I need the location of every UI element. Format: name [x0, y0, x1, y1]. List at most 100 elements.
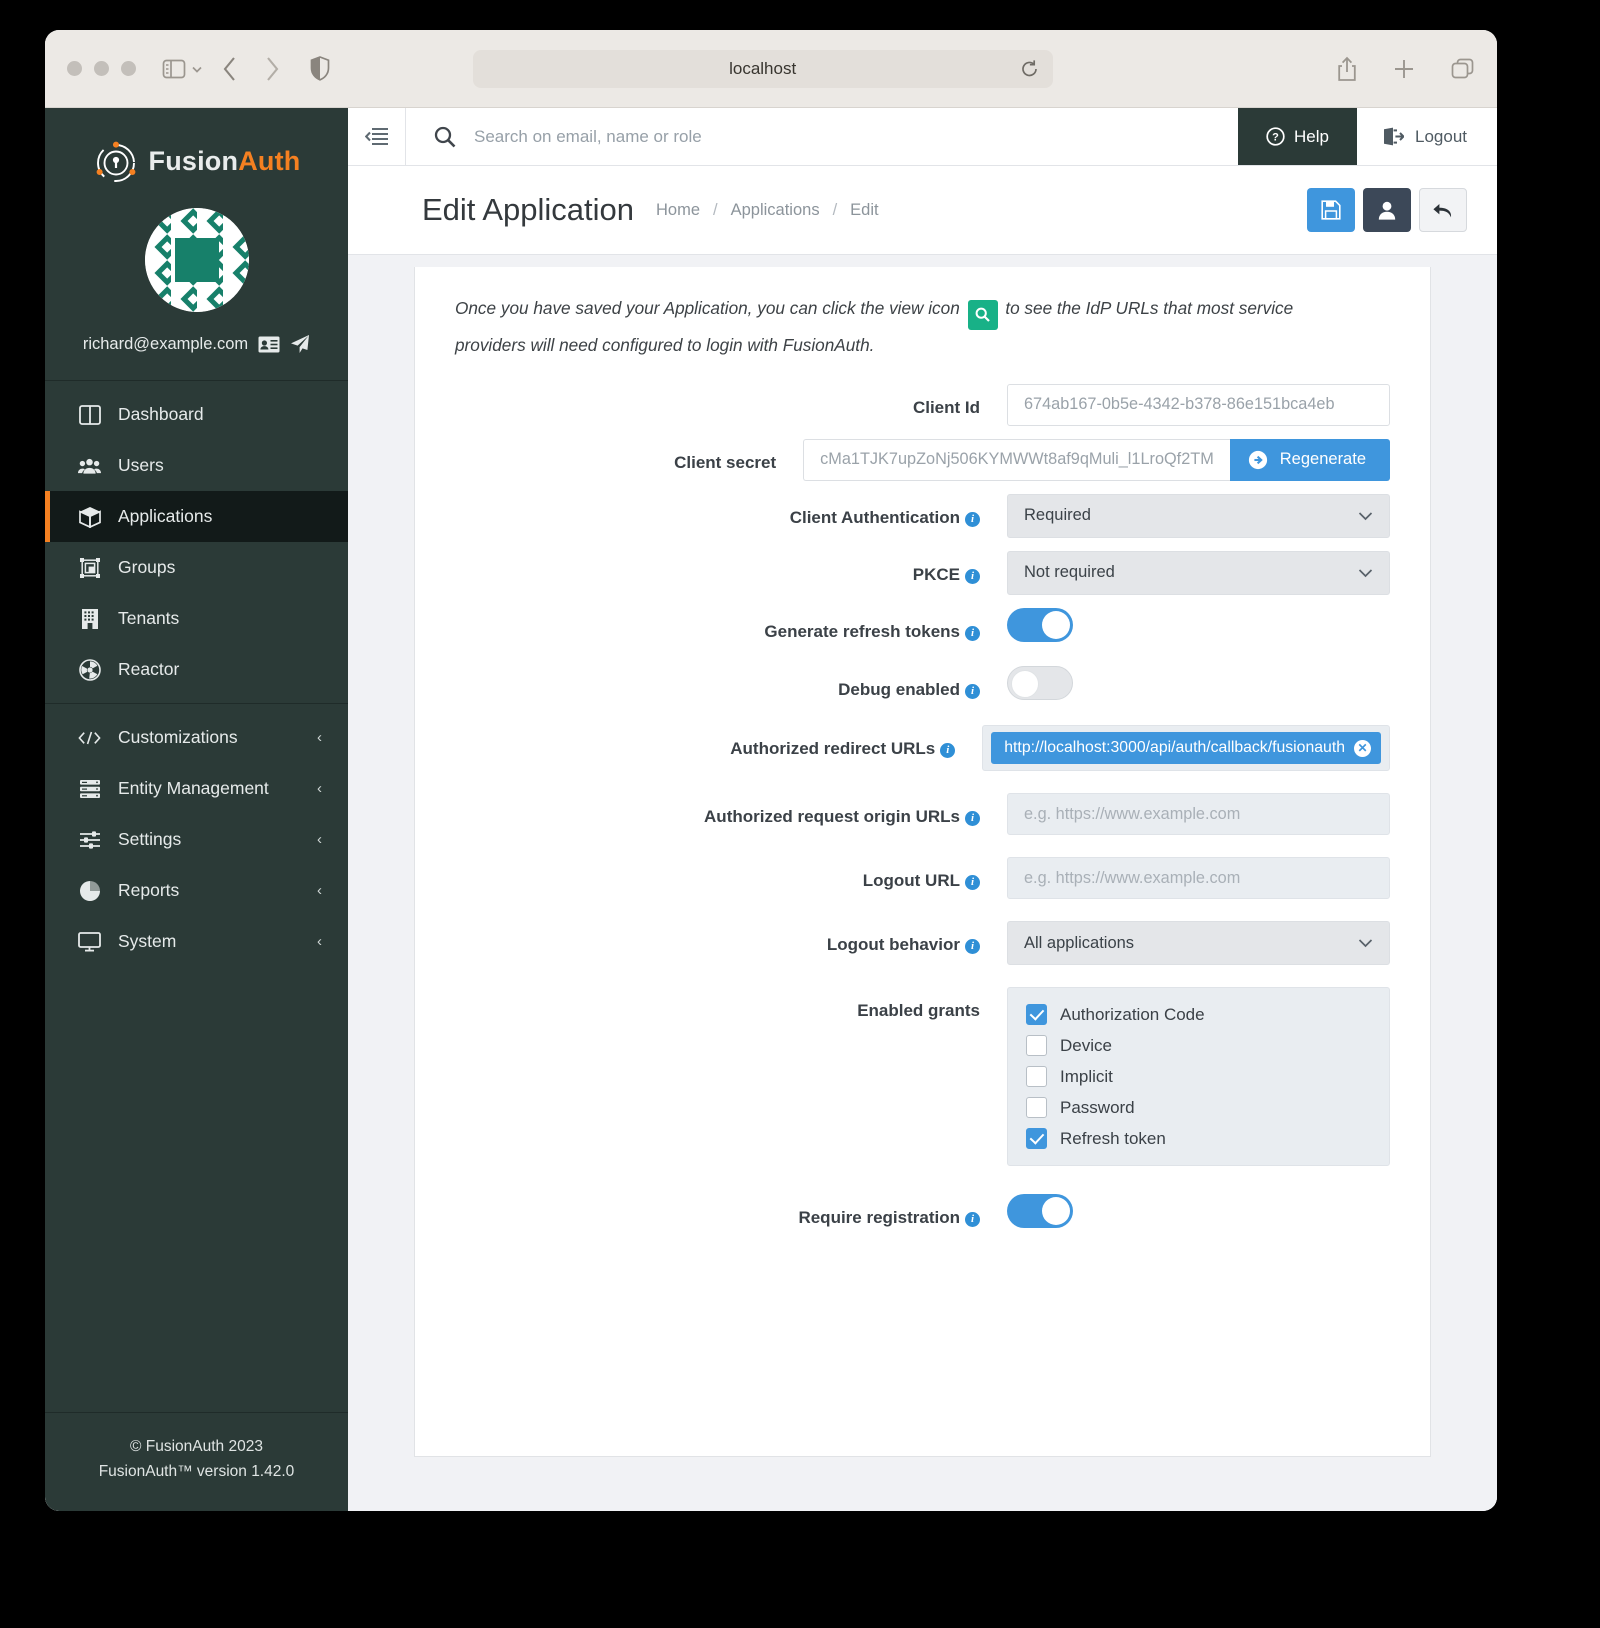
- share-icon[interactable]: [1336, 56, 1358, 82]
- search-input[interactable]: Search on email, name or role: [406, 108, 1238, 165]
- info-icon[interactable]: i: [965, 875, 980, 891]
- save-button[interactable]: [1307, 188, 1355, 232]
- regenerate-button[interactable]: Regenerate: [1229, 438, 1390, 481]
- close-icon[interactable]: ✕: [1354, 739, 1371, 757]
- sidebar-item-entity-management[interactable]: Entity Management ‹: [45, 763, 348, 814]
- brand-logo[interactable]: FusionAuth: [45, 108, 348, 184]
- grant-option[interactable]: Implicit: [1026, 1066, 1371, 1088]
- sidebar-item-label: Applications: [118, 506, 213, 526]
- id-card-icon[interactable]: [258, 336, 280, 353]
- version-line: FusionAuth™ version 1.42.0: [98, 1463, 295, 1481]
- chevron-down-icon: [1358, 938, 1373, 948]
- client-secret-input[interactable]: cMa1TJK7upZoNj506KYMWWt8af9qMuli_l1LroQf…: [803, 438, 1230, 481]
- sidebar-toggle-icon[interactable]: [162, 59, 186, 79]
- user-button[interactable]: [1363, 188, 1411, 232]
- grant-option[interactable]: Device: [1026, 1035, 1371, 1057]
- help-circle-icon: ?: [1266, 127, 1285, 146]
- grant-option[interactable]: Password: [1026, 1097, 1371, 1119]
- app-root: FusionAuth richard@example.com Dashboard…: [45, 108, 1497, 1511]
- sidebar-collapse-button[interactable]: [348, 108, 406, 165]
- logout-button[interactable]: Logout: [1357, 108, 1497, 165]
- info-icon[interactable]: i: [965, 939, 980, 955]
- checkbox[interactable]: [1026, 1066, 1047, 1088]
- client-authentication-select[interactable]: Required: [1007, 493, 1390, 538]
- info-icon[interactable]: i: [965, 811, 980, 827]
- shield-icon[interactable]: [310, 56, 330, 81]
- back-arrow-icon[interactable]: [222, 56, 238, 82]
- logout-url-input[interactable]: e.g. https://www.example.com: [1007, 857, 1390, 900]
- user-email: richard@example.com: [82, 334, 249, 353]
- generate-refresh-tokens-toggle[interactable]: [1007, 607, 1073, 642]
- pkce-select[interactable]: Not required: [1007, 550, 1390, 595]
- chevron-down-icon[interactable]: [190, 63, 204, 75]
- breadcrumb-edit[interactable]: Edit: [850, 201, 878, 220]
- back-button[interactable]: [1419, 188, 1467, 232]
- debug-enabled-toggle[interactable]: [1007, 665, 1073, 700]
- authorized-redirect-urls-input[interactable]: http://localhost:3000/api/auth/callback/…: [982, 725, 1390, 772]
- sidebar-item-system[interactable]: System ‹: [45, 916, 348, 967]
- idp-notice: Once you have saved your Application, yo…: [415, 293, 1405, 360]
- sidebar-item-settings[interactable]: Settings ‹: [45, 814, 348, 865]
- sidebar-item-customizations[interactable]: Customizations ‹: [45, 712, 348, 763]
- sidebar-item-reactor[interactable]: Reactor: [45, 644, 348, 695]
- client-id-input[interactable]: 674ab167-0b5e-4342-b378-86e151bca4eb: [1007, 383, 1390, 426]
- content-scroll: Once you have saved your Application, yo…: [348, 255, 1497, 1511]
- send-paper-plane-icon[interactable]: [290, 334, 310, 354]
- require-registration-toggle[interactable]: [1007, 1194, 1073, 1229]
- logout-behavior-select[interactable]: All applications: [1007, 921, 1390, 966]
- reload-icon[interactable]: [1020, 59, 1039, 78]
- sidebar-item-dashboard[interactable]: Dashboard: [45, 389, 348, 440]
- avatar-wrapper: [45, 208, 348, 312]
- sidebar-item-groups[interactable]: Groups: [45, 542, 348, 593]
- sidebar-item-label: Reactor: [118, 659, 180, 679]
- maximize-window-button[interactable]: [121, 61, 136, 76]
- field-authorized-request-origin-urls: Authorized request origin URLs i e.g. htt…: [415, 793, 1390, 836]
- sidebar-footer: © FusionAuth 2023 FusionAuth™ version 1.…: [45, 1412, 348, 1511]
- search-view-icon[interactable]: [967, 299, 998, 330]
- page-title: Edit Application: [422, 192, 634, 227]
- forward-arrow-icon[interactable]: [264, 56, 280, 82]
- url-chip[interactable]: http://localhost:3000/api/auth/callback/…: [991, 732, 1381, 765]
- plus-icon[interactable]: [1392, 57, 1416, 81]
- authorized-request-origin-urls-input[interactable]: e.g. https://www.example.com: [1007, 793, 1390, 836]
- info-icon[interactable]: i: [965, 1212, 980, 1228]
- grant-option[interactable]: Refresh token: [1026, 1128, 1371, 1150]
- toggle-knob: [1042, 610, 1070, 639]
- field-require-registration: Require registration i: [415, 1194, 1390, 1231]
- checkbox[interactable]: [1026, 1097, 1047, 1119]
- info-icon[interactable]: i: [965, 568, 980, 584]
- breadcrumb-applications[interactable]: Applications: [731, 201, 820, 220]
- close-window-button[interactable]: [67, 61, 82, 76]
- sidebar-item-tenants[interactable]: Tenants: [45, 593, 348, 644]
- sidebar-item-reports[interactable]: Reports ‹: [45, 865, 348, 916]
- checkbox[interactable]: [1026, 1004, 1047, 1026]
- breadcrumb-home[interactable]: Home: [656, 201, 700, 220]
- field-label-text: Client Authentication: [789, 507, 960, 527]
- toggle-knob: [1042, 1197, 1070, 1226]
- minimize-window-button[interactable]: [94, 61, 109, 76]
- checkbox[interactable]: [1026, 1128, 1047, 1150]
- sidebar-item-users[interactable]: Users: [45, 440, 348, 491]
- breadcrumb: Home / Applications / Edit: [656, 201, 879, 220]
- help-button[interactable]: ? Help: [1238, 108, 1357, 165]
- field-label: Logout URL i: [415, 857, 1007, 894]
- grant-option[interactable]: Authorization Code: [1026, 1004, 1371, 1026]
- tab-overview-icon[interactable]: [1450, 57, 1475, 81]
- field-label-text: Debug enabled: [838, 679, 960, 699]
- user-info-row: richard@example.com: [45, 312, 348, 381]
- field-label-text: Authorized redirect URLs: [730, 739, 936, 759]
- grant-label: Password: [1060, 1097, 1135, 1117]
- checkbox[interactable]: [1026, 1035, 1047, 1057]
- notice-text-part1: Once you have saved your Application, yo…: [455, 298, 960, 318]
- chevron-left-icon: ‹: [317, 882, 322, 899]
- sidebar-item-label: Groups: [118, 557, 176, 577]
- info-icon[interactable]: i: [965, 511, 980, 527]
- sidebar-item-applications[interactable]: Applications: [45, 491, 348, 542]
- info-icon[interactable]: i: [940, 743, 956, 759]
- sidebar-item-label: System: [118, 931, 177, 951]
- address-bar[interactable]: localhost: [472, 49, 1053, 88]
- info-icon[interactable]: i: [965, 683, 980, 699]
- info-icon[interactable]: i: [965, 625, 980, 641]
- browser-window: localhost FusionAuth richard@example.com…: [45, 30, 1497, 1511]
